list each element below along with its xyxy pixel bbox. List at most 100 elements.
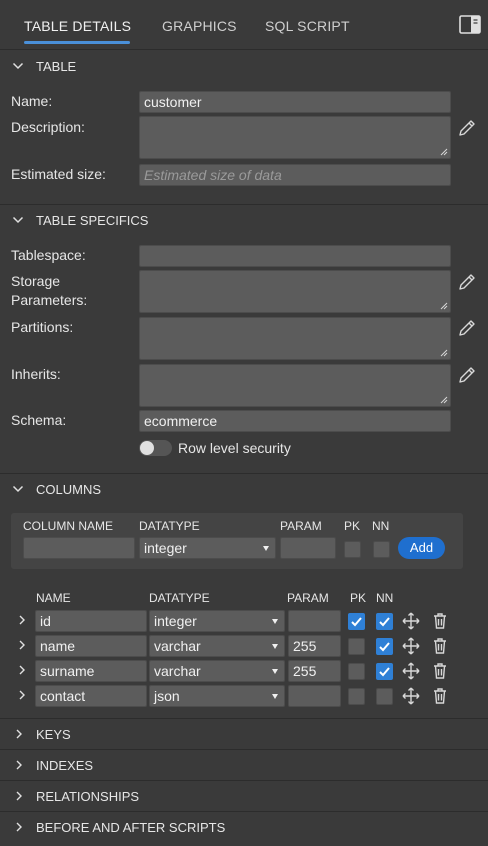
section-keys-header[interactable]: KEYS [0,718,488,749]
trash-icon[interactable] [431,662,449,680]
chevron-right-icon [16,791,22,801]
column-name-input[interactable]: surname [35,660,147,682]
partitions-textarea[interactable] [139,317,451,360]
chevron-down-icon [12,62,24,70]
column-name-input[interactable]: name [35,635,147,657]
move-icon[interactable] [402,687,420,705]
column-pk-checkbox[interactable] [348,688,365,705]
description-textarea[interactable] [139,116,451,159]
chevron-down-icon [12,216,24,224]
inherits-label: Inherits: [11,366,61,382]
dropdown-arrow-icon [272,619,278,624]
new-column-pk-checkbox[interactable] [344,541,361,558]
resize-grip-icon[interactable] [440,396,448,404]
panel-layout-icon[interactable] [459,15,481,35]
section-keys-title: KEYS [36,727,71,742]
column-datatype-select[interactable]: integer [149,610,285,632]
storage-parameters-textarea[interactable] [139,270,451,313]
column-nn-checkbox[interactable] [376,688,393,705]
edit-partitions-pencil-icon[interactable] [457,318,477,338]
tab-table-details[interactable]: TABLE DETAILS [24,18,131,34]
section-scripts-header[interactable]: BEFORE AND AFTER SCRIPTS [0,811,488,842]
edit-description-pencil-icon[interactable] [457,118,477,138]
checkmark-icon [379,642,390,652]
resize-grip-icon[interactable] [440,302,448,310]
column-pk-checkbox[interactable] [348,613,365,630]
new-column-nn-checkbox[interactable] [373,541,390,558]
resize-grip-icon[interactable] [440,148,448,156]
columns-param-header: PARAM [287,591,329,605]
table-name-input[interactable]: customer [139,91,451,113]
trash-icon[interactable] [431,687,449,705]
column-nn-checkbox[interactable] [376,663,393,680]
section-relationships-header[interactable]: RELATIONSHIPS [0,780,488,811]
column-datatype-select[interactable]: varchar [149,635,285,657]
expand-row-chevron-icon[interactable] [17,640,27,650]
new-column-param-input[interactable] [280,537,336,559]
section-indexes-title: INDEXES [36,758,94,773]
new-column-param-header: PARAM [280,519,322,533]
move-icon[interactable] [402,612,420,630]
column-datatype-select[interactable]: varchar [149,660,285,682]
section-columns-title: COLUMNS [36,482,102,497]
chevron-right-icon [16,822,22,832]
new-column-name-header: COLUMN NAME [23,519,114,533]
column-param-input[interactable] [288,610,341,632]
edit-storage-pencil-icon[interactable] [457,272,477,292]
column-nn-checkbox[interactable] [376,638,393,655]
tab-bar: TABLE DETAILS GRAPHICS SQL SCRIPT [0,0,488,50]
expand-row-chevron-icon[interactable] [17,690,27,700]
resize-grip-icon[interactable] [440,349,448,357]
column-pk-checkbox[interactable] [348,638,365,655]
section-scripts-title: BEFORE AND AFTER SCRIPTS [36,820,226,835]
tab-graphics[interactable]: GRAPHICS [162,18,237,34]
column-name-input[interactable]: contact [35,685,147,707]
column-datatype-value: varchar [154,638,201,654]
schema-label: Schema: [11,412,67,428]
tab-sql-script[interactable]: SQL SCRIPT [265,18,350,34]
row-level-security-toggle[interactable] [139,440,172,456]
columns-pk-header: PK [350,591,367,605]
inherits-textarea[interactable] [139,364,451,407]
section-relationships-title: RELATIONSHIPS [36,789,140,804]
new-column-datatype-select[interactable]: integer [139,537,276,559]
column-param-input[interactable]: 255 [288,635,341,657]
new-column-pk-header: PK [344,519,361,533]
storage-label-line1: Storage [11,273,61,289]
edit-inherits-pencil-icon[interactable] [457,365,477,385]
estimated-size-label: Estimated size: [11,166,106,182]
chevron-right-icon [16,760,22,770]
chevron-right-icon [16,729,22,739]
expand-row-chevron-icon[interactable] [17,665,27,675]
column-datatype-select[interactable]: json [149,685,285,707]
estimated-size-input[interactable]: Estimated size of data [139,164,451,186]
section-columns-header[interactable]: COLUMNS [0,473,488,504]
column-datatype-value: varchar [154,663,201,679]
column-nn-checkbox[interactable] [376,613,393,630]
trash-icon[interactable] [431,612,449,630]
section-table-header[interactable]: TABLE [0,51,488,82]
section-indexes-header[interactable]: INDEXES [0,749,488,780]
section-table-specifics-header[interactable]: TABLE SPECIFICS [0,204,488,235]
checkmark-icon [379,617,390,627]
new-column-nn-header: NN [372,519,390,533]
column-datatype-value: integer [154,613,197,629]
trash-icon[interactable] [431,637,449,655]
add-column-button[interactable]: Add [398,537,445,559]
column-name-input[interactable]: id [35,610,147,632]
column-pk-checkbox[interactable] [348,663,365,680]
partitions-label: Partitions: [11,319,74,335]
move-icon[interactable] [402,637,420,655]
column-param-input[interactable] [288,685,341,707]
active-tab-indicator [24,41,130,44]
tablespace-input[interactable] [139,245,451,267]
name-label: Name: [11,93,53,109]
expand-row-chevron-icon[interactable] [17,615,27,625]
move-icon[interactable] [402,662,420,680]
schema-input[interactable]: ecommerce [139,410,451,432]
storage-label-line2: Parameters: [11,292,88,308]
toggle-knob [140,441,154,455]
section-table-specifics-title: TABLE SPECIFICS [36,213,149,228]
column-param-input[interactable]: 255 [288,660,341,682]
new-column-name-input[interactable] [23,537,135,559]
